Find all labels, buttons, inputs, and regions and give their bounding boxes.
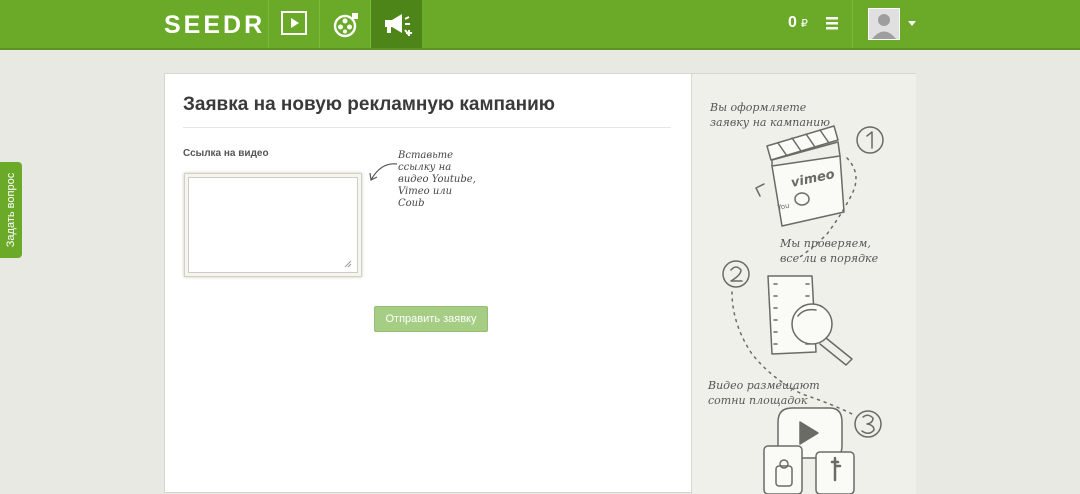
balance-amount: 0 [788, 14, 797, 31]
submit-request-button[interactable]: Отправить заявку [374, 306, 488, 332]
page-title: Заявка на новую рекламную кампанию [183, 94, 555, 115]
hint-line: Vimeo или [398, 186, 453, 197]
megaphone-icon [385, 14, 412, 36]
nav-film-button[interactable] [319, 0, 371, 48]
play-icon [281, 11, 307, 35]
step-2-digit [730, 266, 743, 282]
step-3-digit [861, 414, 875, 434]
user-menu[interactable] [852, 0, 923, 48]
balance-display[interactable]: 0 ₽ [788, 14, 808, 32]
hint-line: Coub [398, 198, 425, 209]
hint-line: видео Youtube, [398, 174, 476, 185]
campaign-request-card: Заявка на новую рекламную кампанию Ссылк… [164, 73, 916, 494]
currency-symbol: ₽ [800, 18, 808, 30]
film-reel-icon [333, 13, 358, 38]
hint-line: ссылку на [398, 162, 452, 173]
title-divider [183, 127, 671, 128]
nav-campaign-button[interactable] [370, 0, 422, 48]
ask-question-label: Задать вопрос [5, 172, 17, 248]
how-it-works-panel: Вы оформляете заявку на кампанию Мы пров… [691, 74, 916, 494]
hamburger-icon[interactable] [825, 15, 839, 31]
resize-grip-icon[interactable] [344, 260, 352, 268]
video-link-input[interactable] [188, 177, 358, 273]
chevron-down-icon [908, 21, 916, 26]
hint-line: Вставьте [398, 150, 454, 161]
top-navigation-bar: SEEDR 0 ₽ [0, 0, 1080, 48]
header-divider [0, 48, 1080, 50]
film-strip-magnifier-icon [767, 275, 853, 366]
hint-arrow-icon [369, 163, 398, 181]
nav-video-button[interactable] [268, 0, 320, 48]
video-link-label: Ссылка на видео [183, 148, 269, 159]
step-1-number-icon [856, 126, 884, 154]
seedr-logo[interactable]: SEEDR [164, 11, 265, 39]
steps-illustration: vimeo You [722, 125, 884, 494]
step-2-number-icon [722, 260, 750, 288]
video-link-hint: Вставьте ссылку на видео Youtube, Vimeo … [398, 150, 488, 210]
video-link-field-wrapper [184, 173, 362, 277]
video-platforms-icon [763, 407, 855, 494]
step-1-digit [866, 131, 873, 149]
user-avatar-icon [868, 8, 900, 40]
ask-question-tab[interactable]: Задать вопрос [0, 162, 22, 258]
